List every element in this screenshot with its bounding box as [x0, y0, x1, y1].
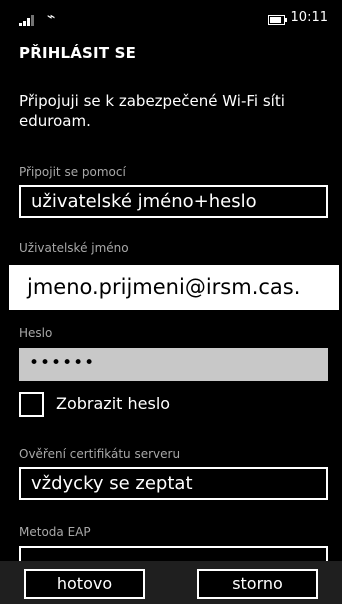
connect-with-select[interactable]: uživatelské jméno+heslo	[19, 185, 328, 218]
username-input[interactable]: jmeno.prijmeni@irsm.cas.	[9, 265, 339, 310]
cancel-button[interactable]: storno	[197, 569, 318, 599]
show-password-label: Zobrazit heslo	[56, 394, 171, 413]
connect-with-label: Připojit se pomocí	[19, 165, 126, 179]
password-label: Heslo	[19, 326, 53, 340]
app-bar: hotovo storno	[0, 561, 342, 604]
server-cert-select[interactable]: vždycky se zeptat	[19, 467, 328, 500]
connection-description: Připojuji se k zabezpečené Wi-Fi síti ed…	[19, 92, 285, 130]
done-button[interactable]: hotovo	[24, 569, 145, 599]
battery-icon	[268, 15, 287, 25]
wifi-icon: ⌁	[47, 9, 56, 25]
status-bar: ⌁ 10:11	[0, 0, 342, 36]
username-label: Uživatelské jméno	[19, 241, 129, 255]
page-title: PŘIHLÁSIT SE	[19, 44, 137, 62]
password-input[interactable]: ••••••	[19, 348, 328, 381]
status-time: 10:11	[290, 10, 328, 25]
signal-icon	[19, 14, 39, 26]
server-cert-label: Ověření certifikátu serveru	[19, 447, 181, 461]
show-password-checkbox[interactable]	[19, 392, 44, 417]
eap-method-label: Metoda EAP	[19, 525, 91, 539]
